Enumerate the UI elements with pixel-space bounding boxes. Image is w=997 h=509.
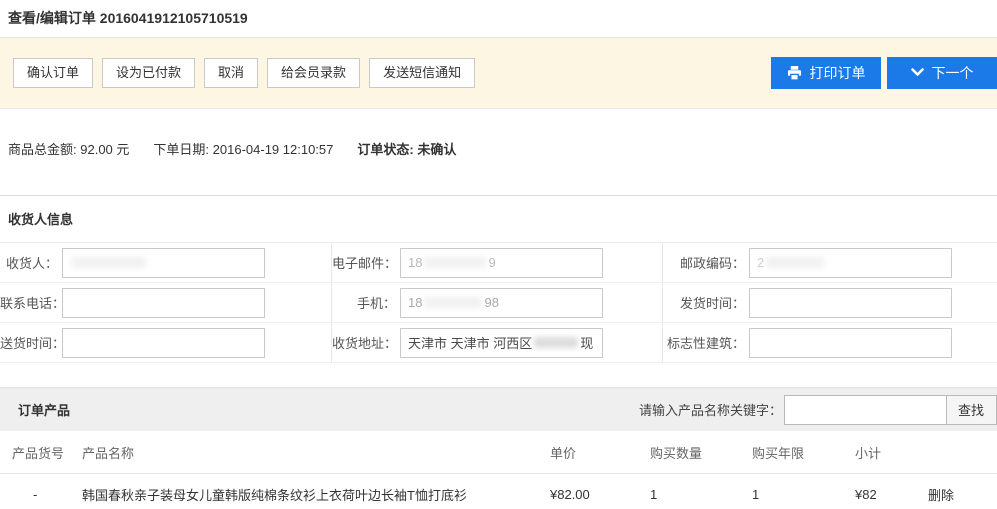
product-years: 1 (752, 487, 855, 502)
redacted-value (424, 257, 486, 268)
redacted-value (424, 297, 482, 308)
consignee-form: 收货人： 电子邮件： 189 邮政编码： 2 联系电话： 手机： 1898 发货… (0, 242, 997, 363)
product-sku: - (12, 487, 82, 502)
printer-icon (787, 66, 802, 80)
product-subtotal: ¥82 (855, 487, 928, 502)
ship-time-input[interactable] (749, 288, 952, 318)
products-section-title: 订单产品 (18, 400, 70, 419)
order-status-value: 未确认 (417, 142, 456, 157)
redacted-value (534, 337, 578, 348)
address-value-prefix: 天津市 天津市 河西区 (408, 333, 532, 352)
mobile-input[interactable]: 1898 (400, 288, 603, 318)
address-value-suffix: 现 (580, 333, 593, 352)
order-total-label: 商品总金额: (8, 142, 77, 157)
address-label: 收货地址： (332, 333, 400, 352)
landmark-label: 标志性建筑： (663, 333, 749, 352)
postcode-value-prefix: 2 (757, 255, 764, 270)
email-value-suffix: 9 (488, 255, 495, 270)
phone-label: 联系电话： (0, 293, 62, 312)
field-postcode: 邮政编码： 2 (662, 243, 997, 283)
field-consignee: 收货人： (0, 243, 331, 283)
redacted-value (72, 257, 146, 268)
ship-time-label: 发货时间： (663, 293, 749, 312)
delivery-time-label: 送货时间： (0, 333, 62, 352)
next-button[interactable]: 下一个 (887, 57, 997, 89)
email-label: 电子邮件： (332, 253, 400, 272)
email-input[interactable]: 18 9 (400, 248, 603, 278)
set-paid-button[interactable]: 设为已付款 (102, 58, 195, 88)
consignee-section-title: 收货人信息 (0, 195, 997, 242)
order-date: 下单日期: 2016-04-19 12:10:57 (153, 139, 333, 158)
product-price: ¥82.00 (550, 487, 650, 502)
mobile-value-prefix: 18 (408, 295, 422, 310)
email-value-prefix: 18 (408, 255, 422, 270)
search-button[interactable]: 查找 (947, 395, 997, 425)
postcode-label: 邮政编码： (663, 253, 749, 272)
product-search-label: 请输入产品名称关键字： (639, 400, 782, 419)
next-label: 下一个 (932, 65, 974, 81)
field-ship-time: 发货时间： (662, 283, 997, 323)
cancel-button[interactable]: 取消 (204, 58, 258, 88)
field-address: 收货地址： 天津市 天津市 河西区 现 (331, 323, 662, 363)
product-search-input[interactable] (784, 395, 947, 425)
member-credit-button[interactable]: 给会员录款 (267, 58, 360, 88)
product-quantity: 1 (650, 487, 752, 502)
order-total-value: 92.00 元 (80, 142, 129, 157)
redacted-value (766, 257, 824, 268)
toolbar-right-group: 打印订单 下一个 (765, 57, 997, 89)
delivery-time-input[interactable] (62, 328, 265, 358)
confirm-order-button[interactable]: 确认订单 (13, 58, 93, 88)
consignee-input[interactable] (62, 248, 265, 278)
column-header-name: 产品名称 (82, 443, 550, 462)
consignee-label: 收货人： (0, 253, 62, 272)
product-row: - 韩国春秋亲子装母女儿童韩版纯棉条纹衫上衣荷叶边长袖T恤打底衫 ¥82.00 … (0, 474, 997, 509)
field-email: 电子邮件： 18 9 (331, 243, 662, 283)
postcode-input[interactable]: 2 (749, 248, 952, 278)
landmark-input[interactable] (749, 328, 952, 358)
field-mobile: 手机： 1898 (331, 283, 662, 323)
column-header-years: 购买年限 (752, 443, 855, 462)
order-total: 商品总金额: 92.00 元 (8, 139, 129, 158)
field-phone: 联系电话： (0, 283, 331, 323)
address-input[interactable]: 天津市 天津市 河西区 现 (400, 328, 603, 358)
chevron-down-icon (911, 68, 924, 77)
order-status: 订单状态: 未确认 (357, 139, 456, 158)
phone-input[interactable] (62, 288, 265, 318)
send-sms-button[interactable]: 发送短信通知 (369, 58, 475, 88)
column-header-subtotal: 小计 (855, 443, 928, 462)
print-order-label: 打印订单 (810, 65, 866, 81)
product-search: 请输入产品名称关键字： 查找 (639, 395, 997, 425)
order-date-value: 2016-04-19 12:10:57 (213, 142, 334, 157)
toolbar: 确认订单 设为已付款 取消 给会员录款 发送短信通知 打印订单 下一个 (0, 38, 997, 109)
field-landmark: 标志性建筑： (662, 323, 997, 363)
product-name: 韩国春秋亲子装母女儿童韩版纯棉条纹衫上衣荷叶边长袖T恤打底衫 (82, 485, 550, 504)
column-header-quantity: 购买数量 (650, 443, 752, 462)
order-date-label: 下单日期: (153, 142, 209, 157)
mobile-label: 手机： (332, 293, 400, 312)
delete-link[interactable]: 删除 (928, 485, 997, 504)
field-delivery-time: 送货时间： (0, 323, 331, 363)
products-table-header: 产品货号 产品名称 单价 购买数量 购买年限 小计 (0, 431, 997, 474)
column-header-sku: 产品货号 (12, 443, 82, 462)
order-summary: 商品总金额: 92.00 元 下单日期: 2016-04-19 12:10:57… (0, 109, 997, 195)
mobile-value-suffix: 98 (484, 295, 498, 310)
order-status-label: 订单状态: (357, 142, 413, 157)
products-table: 产品货号 产品名称 单价 购买数量 购买年限 小计 - 韩国春秋亲子装母女儿童韩… (0, 431, 997, 509)
column-header-price: 单价 (550, 443, 650, 462)
products-section-bar: 订单产品 请输入产品名称关键字： 查找 (0, 387, 997, 431)
print-order-button[interactable]: 打印订单 (771, 57, 881, 89)
page-title: 查看/编辑订单 2016041912105710519 (0, 0, 997, 38)
